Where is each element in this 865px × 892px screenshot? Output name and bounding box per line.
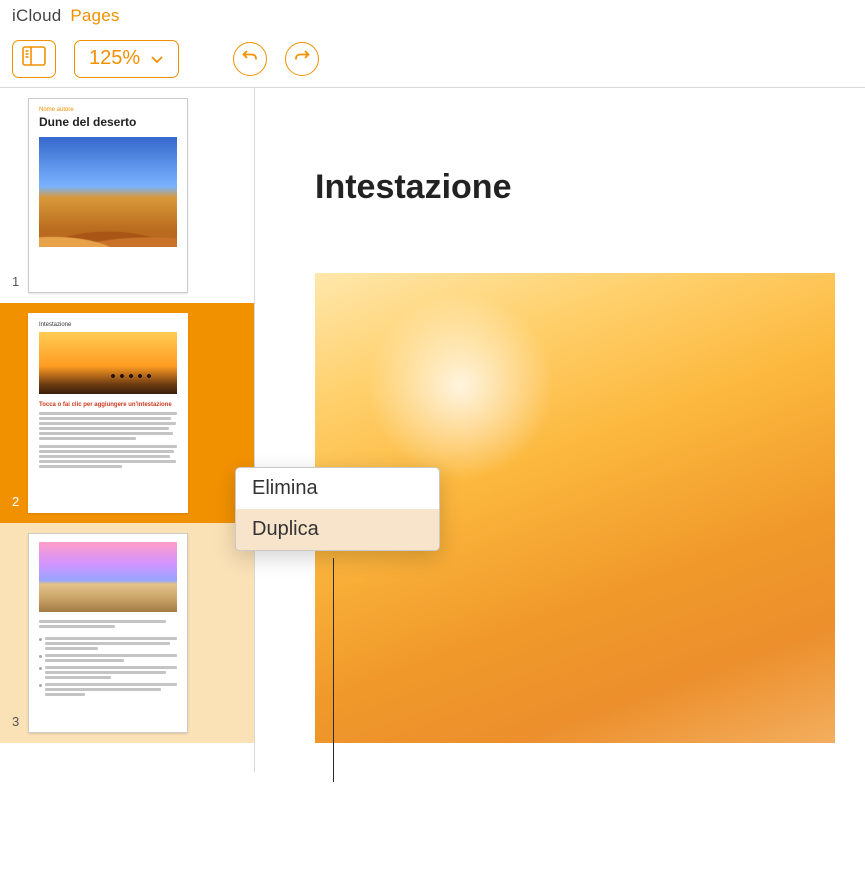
page-number: 1 <box>12 274 19 289</box>
chevron-down-icon <box>150 54 164 64</box>
context-menu: Elimina Duplica <box>235 467 440 551</box>
zoom-value: 125% <box>89 47 140 70</box>
page-number: 3 <box>12 714 19 729</box>
page-thumbnails-sidebar: 1 Nome autore Dune del deserto 2 Intesta… <box>0 88 255 772</box>
page-thumbnail-3[interactable]: 3 <box>0 523 254 743</box>
context-menu-item-delete[interactable]: Elimina <box>236 468 439 509</box>
thumb-photo <box>39 542 177 612</box>
callout-line <box>333 558 334 782</box>
redo-button[interactable] <box>285 42 319 76</box>
page-heading[interactable]: Intestazione <box>315 168 865 207</box>
thumb-subhead: Tocca o fai clic per aggiungere un'intes… <box>39 402 177 408</box>
thumb-title: Dune del deserto <box>39 115 177 129</box>
thumb-cover-image <box>39 137 177 247</box>
context-menu-item-duplicate[interactable]: Duplica <box>236 509 439 550</box>
thumbnail-preview <box>28 533 188 733</box>
thumb-author-line: Nome autore <box>39 107 177 113</box>
undo-icon <box>241 47 259 70</box>
page-number: 2 <box>12 494 19 509</box>
bottom-padding <box>0 772 865 892</box>
brand-pages: Pages <box>70 6 119 25</box>
document-canvas[interactable]: Intestazione <box>255 88 865 772</box>
app-title-bar: iCloud Pages <box>0 0 865 30</box>
page-thumbnail-2[interactable]: 2 Intestazione Tocca o fai clic per aggi… <box>0 303 254 523</box>
sidebar-toggle-icon <box>22 46 46 71</box>
thumbnail-preview: Intestazione Tocca o fai clic per aggiun… <box>28 313 188 513</box>
zoom-select[interactable]: 125% <box>74 40 179 78</box>
view-options-button[interactable] <box>12 40 56 78</box>
redo-icon <box>293 47 311 70</box>
app-title: iCloud Pages <box>12 6 120 25</box>
page-thumbnail-1[interactable]: 1 Nome autore Dune del deserto <box>0 88 254 303</box>
workspace: 1 Nome autore Dune del deserto 2 Intesta… <box>0 88 865 772</box>
undo-button[interactable] <box>233 42 267 76</box>
brand-icloud: iCloud <box>12 6 61 25</box>
thumb-header-label: Intestazione <box>39 322 177 328</box>
toolbar: 125% <box>0 30 865 88</box>
thumbnail-preview: Nome autore Dune del deserto <box>28 98 188 293</box>
thumb-photo <box>39 332 177 394</box>
